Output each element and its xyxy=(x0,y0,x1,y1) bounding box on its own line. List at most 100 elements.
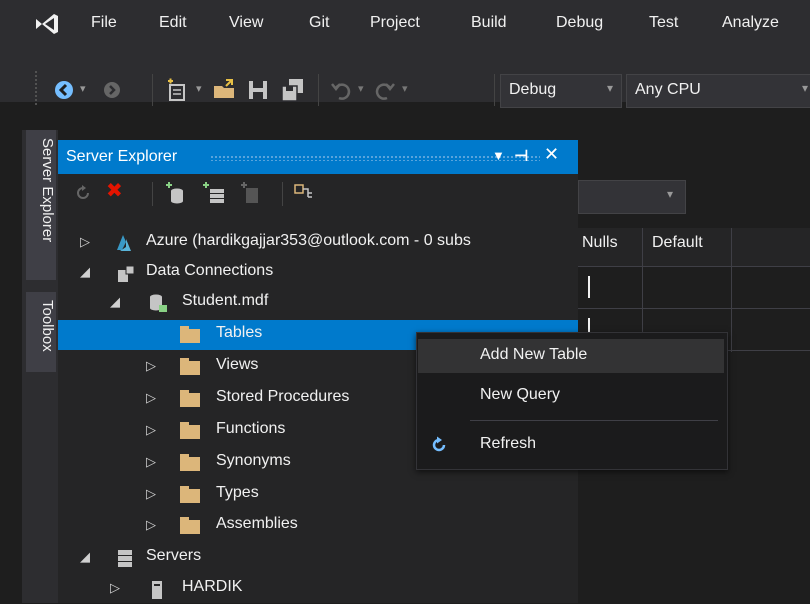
server-icon xyxy=(152,581,162,599)
sharepoint-connection-icon[interactable] xyxy=(292,182,314,204)
chevron-down-icon: ▾ xyxy=(667,187,674,201)
folder-icon xyxy=(180,390,200,407)
server-explorer-title: Server Explorer xyxy=(66,148,178,165)
solution-configuration-combo[interactable]: Debug ▾ xyxy=(500,74,622,108)
folder-icon xyxy=(180,422,200,439)
toolbox-tab[interactable]: Toolbox xyxy=(26,292,56,372)
menu-analyze[interactable]: Analyze xyxy=(722,14,779,32)
menu-separator xyxy=(470,420,718,421)
solution-platform-value: Any CPU xyxy=(635,81,701,98)
column-header-nulls[interactable]: Nulls xyxy=(582,234,618,252)
tree-item-assemblies[interactable]: ▷ Assemblies xyxy=(58,511,578,541)
menu-debug[interactable]: Debug xyxy=(556,14,603,32)
refresh-icon[interactable] xyxy=(74,184,92,202)
folder-icon xyxy=(180,517,200,534)
chevron-down-icon: ▾ xyxy=(801,81,808,95)
menu-item-label: Add New Table xyxy=(480,346,588,363)
data-connections-icon xyxy=(118,265,135,282)
window-position-icon[interactable]: ▼ xyxy=(492,148,505,163)
grid-line xyxy=(731,228,732,352)
tree-item-label: Types xyxy=(216,484,259,501)
menu-view[interactable]: View xyxy=(229,14,263,32)
collapse-arrow-icon[interactable]: ◢ xyxy=(80,264,90,280)
open-folder-icon[interactable] xyxy=(212,78,238,102)
expand-arrow-icon[interactable]: ▷ xyxy=(146,517,156,533)
folder-icon xyxy=(180,326,200,343)
redo-dropdown-icon[interactable]: ▾ xyxy=(402,82,408,95)
connect-to-database-icon[interactable] xyxy=(164,182,186,204)
menu-item-add-new-table[interactable]: Add New Table xyxy=(418,339,724,373)
undo-dropdown-icon[interactable]: ▾ xyxy=(358,82,364,95)
toolbar-separator xyxy=(152,182,153,206)
new-dropdown-icon[interactable]: ▾ xyxy=(196,82,202,95)
undo-icon[interactable] xyxy=(330,78,354,102)
tree-item-label: Student.mdf xyxy=(182,292,269,309)
menu-edit[interactable]: Edit xyxy=(159,14,187,32)
tree-item-student-mdf[interactable]: ◢ Student.mdf xyxy=(58,288,578,318)
expand-arrow-icon[interactable]: ▷ xyxy=(110,580,120,596)
tree-item-label: Views xyxy=(216,356,259,373)
menu-build[interactable]: Build xyxy=(471,14,507,32)
server-explorer-tab[interactable]: Server Explorer xyxy=(26,130,56,280)
expand-arrow-icon[interactable]: ▷ xyxy=(146,390,156,406)
solution-platform-combo[interactable]: Any CPU ▾ xyxy=(626,74,810,108)
stop-refresh-icon[interactable]: ✖ xyxy=(106,178,123,203)
folder-icon xyxy=(180,454,200,471)
menu-item-refresh[interactable]: Refresh xyxy=(418,428,724,462)
toolbar-grip[interactable] xyxy=(34,70,38,106)
menu-item-label: Refresh xyxy=(480,435,537,452)
menu-test[interactable]: Test xyxy=(649,14,678,32)
close-icon[interactable]: ✕ xyxy=(544,144,559,165)
save-icon[interactable] xyxy=(246,78,270,102)
collapse-arrow-icon[interactable]: ◢ xyxy=(80,549,90,565)
visual-studio-logo-icon[interactable] xyxy=(34,13,60,35)
expand-arrow-icon[interactable]: ▷ xyxy=(146,486,156,502)
expand-arrow-icon[interactable]: ▷ xyxy=(80,234,90,250)
save-all-icon[interactable] xyxy=(280,78,306,102)
chevron-down-icon: ▾ xyxy=(606,81,613,95)
expand-arrow-icon[interactable]: ▷ xyxy=(146,422,156,438)
tree-item-servers[interactable]: ◢ Servers xyxy=(58,543,578,573)
expand-arrow-icon[interactable]: ▷ xyxy=(146,454,156,470)
tree-item-label: Azure (hardikgajjar353@outlook.com - 0 s… xyxy=(146,232,471,249)
toolbar-separator xyxy=(494,74,495,106)
pin-icon[interactable]: ⊣ xyxy=(514,146,529,166)
menu-git[interactable]: Git xyxy=(309,14,329,32)
toolbar-separator xyxy=(318,74,319,106)
folder-icon xyxy=(180,486,200,503)
tree-item-azure[interactable]: ▷ Azure (hardikgajjar353@outlook.com - 0… xyxy=(58,228,578,258)
redo-icon[interactable] xyxy=(372,78,396,102)
grid-line xyxy=(578,266,810,267)
connect-to-azure-icon[interactable] xyxy=(240,182,262,204)
tree-item-label: HARDIK xyxy=(182,578,243,595)
collapse-arrow-icon[interactable]: ◢ xyxy=(110,294,120,310)
designer-dropdown[interactable]: ▾ xyxy=(578,180,686,214)
tree-item-label: Assemblies xyxy=(216,515,298,532)
menu-project[interactable]: Project xyxy=(370,14,420,32)
azure-icon xyxy=(117,235,131,251)
expand-arrow-icon[interactable]: ▷ xyxy=(146,358,156,374)
column-header-default[interactable]: Default xyxy=(652,234,703,252)
navigate-forward-icon[interactable] xyxy=(100,78,124,102)
tree-item-data-connections[interactable]: ◢ Data Connections xyxy=(58,258,578,288)
connect-to-server-icon[interactable] xyxy=(202,182,226,204)
tree-item-label: Stored Procedures xyxy=(216,388,350,405)
toolbar-separator xyxy=(282,182,283,206)
refresh-icon xyxy=(432,436,446,452)
tree-item-label: Tables xyxy=(216,324,263,341)
server-explorer-header[interactable]: Server Explorer ▼ ⊣ ✕ xyxy=(58,140,578,174)
tree-item-label: Servers xyxy=(146,547,202,564)
navigate-back-icon[interactable] xyxy=(52,78,76,102)
tree-item-label: Synonyms xyxy=(216,452,291,469)
grid-line xyxy=(578,308,810,309)
tree-item-types[interactable]: ▷ Types xyxy=(58,480,578,510)
menu-item-new-query[interactable]: New Query xyxy=(418,379,724,413)
folder-icon xyxy=(180,358,200,375)
nulls-checkbox[interactable] xyxy=(588,276,590,298)
new-project-icon[interactable] xyxy=(166,78,192,102)
servers-icon xyxy=(118,550,132,567)
menu-file[interactable]: File xyxy=(91,14,117,32)
tree-item-hardik[interactable]: ▷ HARDIK xyxy=(58,574,578,604)
toolbar-separator xyxy=(152,74,153,106)
back-dropdown-icon[interactable]: ▾ xyxy=(80,82,86,95)
